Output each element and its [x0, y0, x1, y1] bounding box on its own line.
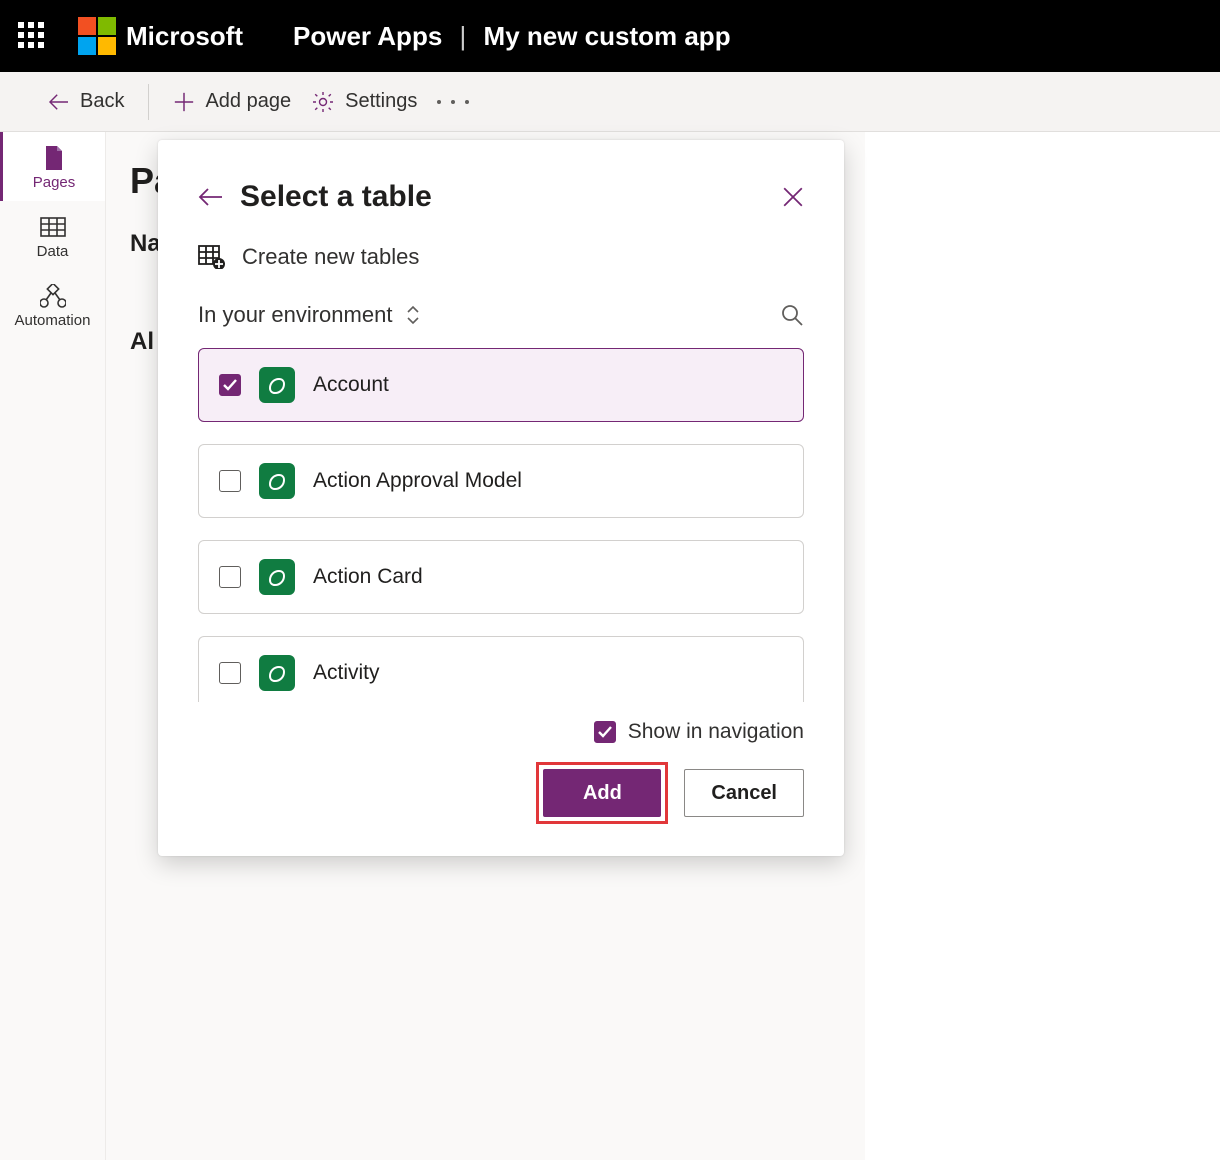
tutorial-highlight: Add — [536, 762, 668, 824]
toolbar: Back Add page Settings — [0, 72, 1220, 132]
table-list: Account Action Approval Model Action Car… — [198, 348, 804, 702]
back-button[interactable]: Back — [48, 90, 124, 113]
table-plus-icon — [198, 245, 226, 269]
show-nav-label: Show in navigation — [628, 720, 804, 744]
add-page-label: Add page — [205, 90, 291, 113]
add-button[interactable]: Add — [543, 769, 661, 817]
more-button[interactable] — [437, 100, 469, 104]
left-nav-rail: Pages Data Automation — [0, 132, 106, 1160]
table-item-action-card[interactable]: Action Card — [198, 540, 804, 614]
add-label: Add — [583, 782, 622, 805]
settings-button[interactable]: Settings — [311, 90, 417, 114]
toolbar-divider — [148, 84, 149, 120]
show-in-navigation-option[interactable]: Show in navigation — [594, 720, 804, 744]
rail-item-data[interactable]: Data — [0, 201, 105, 270]
create-new-label: Create new tables — [242, 244, 419, 270]
create-new-tables-button[interactable]: Create new tables — [198, 244, 804, 270]
settings-label: Settings — [345, 90, 417, 113]
rail-item-label: Data — [37, 243, 69, 260]
page-icon — [40, 146, 68, 170]
table-item-account[interactable]: Account — [198, 348, 804, 422]
dataverse-table-icon — [259, 655, 295, 691]
checkbox[interactable] — [219, 566, 241, 588]
checkbox[interactable] — [219, 374, 241, 396]
cancel-button[interactable]: Cancel — [684, 769, 804, 817]
checkbox[interactable] — [594, 721, 616, 743]
app-launcher-icon[interactable] — [18, 22, 46, 50]
rail-item-label: Pages — [33, 174, 76, 191]
gear-icon — [311, 90, 335, 114]
table-icon — [39, 215, 67, 239]
breadcrumb-separator: | — [460, 21, 467, 51]
microsoft-logo-icon — [78, 17, 116, 55]
app-context-name[interactable]: My new custom app — [484, 21, 731, 51]
plus-icon — [173, 91, 195, 113]
brand-text: Microsoft — [126, 21, 243, 52]
checkbox[interactable] — [219, 662, 241, 684]
environment-dropdown[interactable]: In your environment — [198, 302, 422, 328]
checkbox[interactable] — [219, 470, 241, 492]
select-table-dialog: Select a table Create new tables In your… — [158, 140, 844, 856]
arrow-left-icon — [48, 93, 70, 111]
sort-chevrons-icon — [404, 304, 422, 326]
rail-item-label: Automation — [15, 312, 91, 329]
environment-row: In your environment — [198, 302, 804, 328]
back-label: Back — [80, 90, 124, 113]
search-icon[interactable] — [780, 303, 804, 327]
dialog-header: Select a table — [198, 180, 804, 214]
dataverse-table-icon — [259, 367, 295, 403]
close-icon[interactable] — [782, 186, 804, 208]
table-name: Account — [313, 373, 389, 397]
preview-pane — [865, 132, 1220, 1160]
app-product-name[interactable]: Power Apps — [293, 21, 442, 51]
breadcrumb: Power Apps | My new custom app — [293, 21, 731, 52]
dialog-title: Select a table — [240, 180, 766, 214]
top-header: Microsoft Power Apps | My new custom app — [0, 0, 1220, 72]
flow-icon — [39, 284, 67, 308]
dialog-footer: Show in navigation Add Cancel — [198, 720, 804, 824]
rail-item-pages[interactable]: Pages — [0, 132, 105, 201]
dataverse-table-icon — [259, 559, 295, 595]
table-item-activity[interactable]: Activity — [198, 636, 804, 702]
back-arrow-icon[interactable] — [198, 187, 224, 207]
table-name: Action Card — [313, 565, 423, 589]
environment-label: In your environment — [198, 302, 392, 328]
dataverse-table-icon — [259, 463, 295, 499]
rail-item-automation[interactable]: Automation — [0, 270, 105, 339]
table-item-action-approval-model[interactable]: Action Approval Model — [198, 444, 804, 518]
table-name: Action Approval Model — [313, 469, 522, 493]
cancel-label: Cancel — [711, 782, 777, 805]
add-page-button[interactable]: Add page — [173, 90, 291, 113]
dialog-buttons: Add Cancel — [536, 762, 804, 824]
table-name: Activity — [313, 661, 380, 685]
